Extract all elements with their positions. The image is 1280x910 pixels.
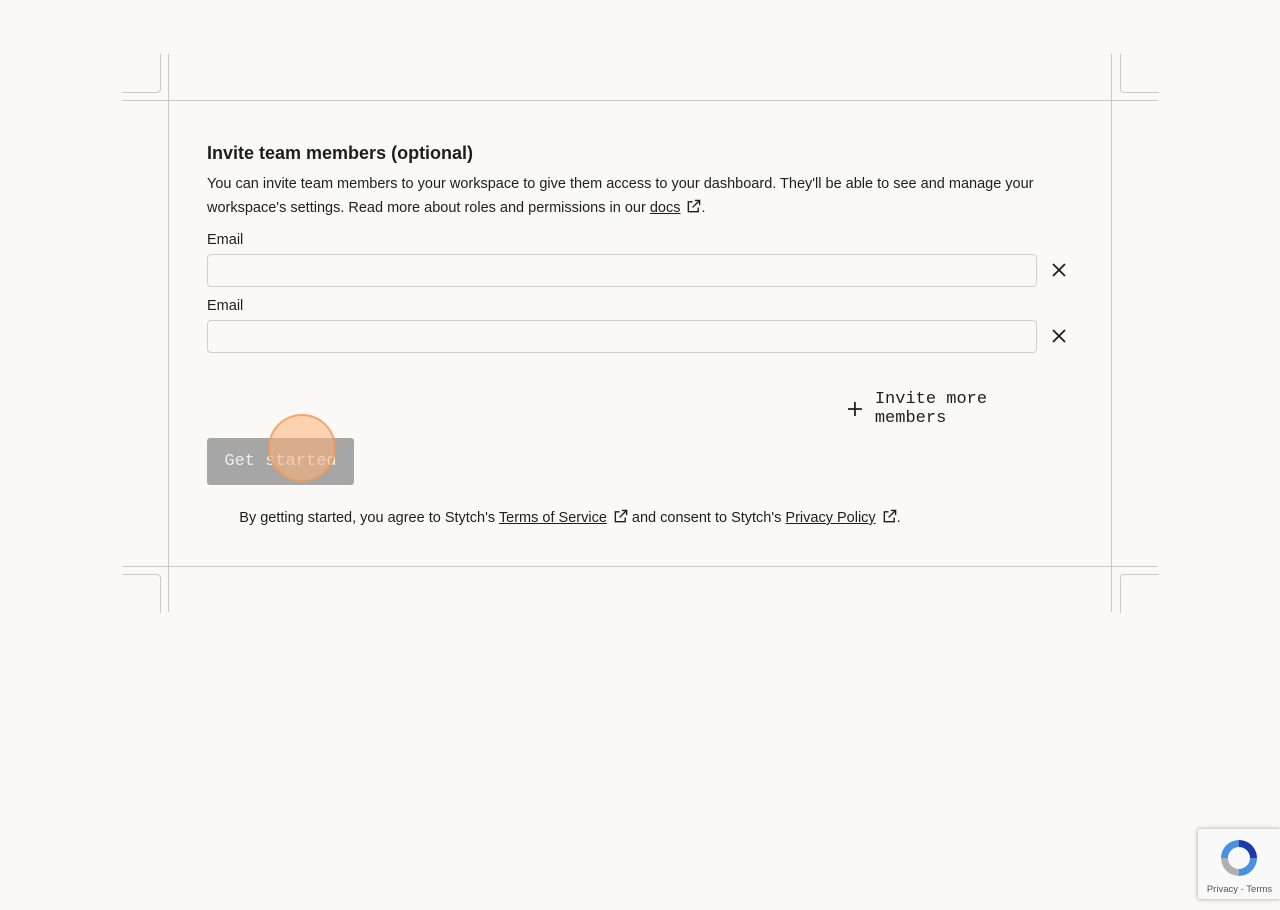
frame-bottom-line [122, 566, 1158, 567]
recaptcha-privacy-link[interactable]: Privacy [1207, 884, 1238, 895]
terms-prefix: By getting started, you agree to Stytch'… [239, 510, 499, 526]
recaptcha-logo-icon [1221, 840, 1257, 876]
frame-top-line [122, 100, 1158, 101]
external-link-icon [614, 509, 628, 523]
invite-description: You can invite team members to your work… [207, 172, 1067, 220]
recaptcha-badge[interactable]: Privacy - Terms [1197, 828, 1280, 900]
email-row-1 [207, 254, 1067, 287]
email-field-2[interactable] [207, 320, 1037, 353]
frame-corner-bottom-left [122, 574, 161, 613]
terms-notice: By getting started, you agree to Stytch'… [87, 507, 1053, 529]
tos-label: Terms of Service [498, 510, 607, 526]
recaptcha-links: Privacy - Terms [1198, 884, 1280, 895]
terms-suffix: . [896, 510, 901, 526]
invite-more-label: Invite more members [874, 390, 988, 428]
email-label-1: Email [207, 232, 244, 248]
description-text: You can invite team members to your work… [207, 176, 1034, 216]
email-label-2: Email [207, 298, 244, 314]
external-link-icon [883, 509, 896, 523]
privacy-policy-link[interactable]: Privacy Policy [785, 510, 875, 526]
docs-link-label: docs [649, 200, 681, 216]
email-field-1[interactable] [207, 254, 1037, 287]
page: Invite team members (optional) You can i… [0, 0, 1280, 910]
terms-of-service-link[interactable]: Terms of Service [499, 510, 607, 526]
description-end: . [701, 200, 706, 216]
recaptcha-terms-link[interactable]: Terms [1246, 884, 1272, 895]
docs-link[interactable]: docs [650, 200, 681, 216]
frame-corner-bottom-right [1120, 574, 1159, 613]
external-link-icon [688, 199, 701, 213]
frame-corner-top-right [1120, 54, 1159, 93]
invite-more-button[interactable]: Invite more members [847, 390, 1067, 428]
email-row-2 [207, 320, 1067, 353]
page-title: Invite team members (optional) [207, 143, 474, 163]
close-icon[interactable] [1050, 327, 1068, 345]
close-icon[interactable] [1050, 261, 1068, 279]
get-started-button[interactable]: Get started [207, 438, 354, 485]
privacy-label: Privacy Policy [785, 510, 876, 526]
plus-icon [847, 402, 862, 416]
terms-middle: and consent to Stytch's [627, 510, 786, 526]
frame-right-line [1111, 54, 1112, 612]
invite-form: Invite team members (optional) You can i… [207, 140, 1067, 526]
frame-corner-top-left [122, 54, 161, 93]
